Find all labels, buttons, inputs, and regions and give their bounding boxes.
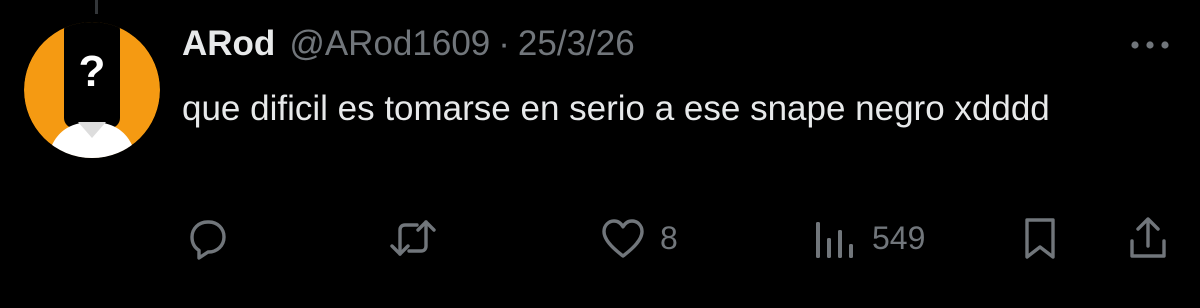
bookmark-button[interactable] bbox=[1016, 212, 1064, 264]
share-icon bbox=[1130, 217, 1166, 258]
share-button[interactable] bbox=[1124, 212, 1172, 264]
views-count: 549 bbox=[872, 219, 926, 256]
like-button[interactable]: 8 bbox=[598, 212, 678, 264]
views-icon bbox=[816, 222, 853, 258]
user-handle[interactable]: @ARod1609 bbox=[289, 24, 490, 64]
separator-dot: · bbox=[498, 24, 510, 63]
heart-icon bbox=[602, 219, 644, 258]
display-name[interactable]: ARod bbox=[182, 24, 275, 64]
tweet-date[interactable]: 25/3/26 bbox=[518, 24, 635, 64]
more-options-button[interactable] bbox=[1128, 36, 1172, 54]
avatar[interactable]: ? bbox=[24, 22, 160, 158]
retweet-button[interactable] bbox=[388, 212, 438, 264]
tweet-actions-bar: 8 549 bbox=[0, 212, 1200, 264]
more-dots-icon bbox=[1131, 41, 1169, 49]
reply-icon bbox=[190, 220, 226, 260]
retweet-icon bbox=[390, 220, 436, 256]
tweet-text: que dificil es tomarse en serio a ese sn… bbox=[182, 89, 1050, 128]
tweet-header: ARod @ARod1609 · 25/3/26 bbox=[182, 24, 635, 64]
reply-button[interactable] bbox=[184, 212, 232, 264]
avatar-question-mark: ? bbox=[79, 47, 106, 96]
bookmark-icon bbox=[1025, 218, 1055, 259]
thread-connector-line bbox=[95, 0, 98, 14]
like-count: 8 bbox=[660, 219, 678, 256]
views-button[interactable]: 549 bbox=[810, 212, 925, 264]
